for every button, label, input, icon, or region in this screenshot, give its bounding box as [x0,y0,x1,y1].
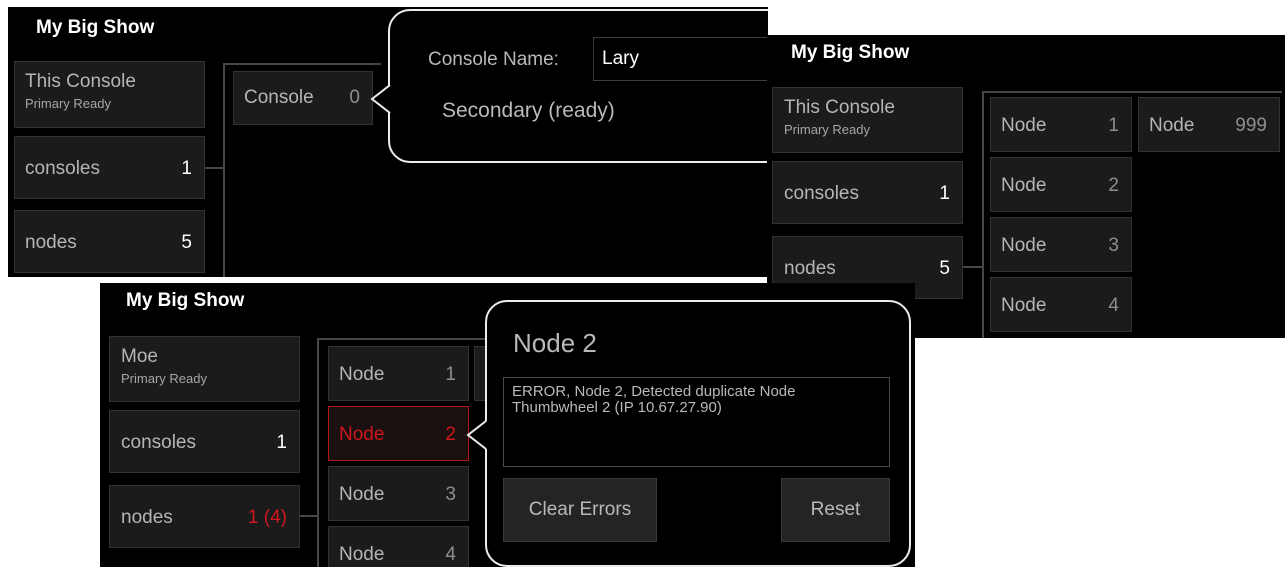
show-title: My Big Show [36,17,155,38]
connector-line [300,515,318,517]
node-tile-4[interactable]: Node 4 [328,526,469,567]
node-tile-1[interactable]: Node 1 [328,346,469,401]
node-number: 4 [445,544,456,565]
nodes-error-count: 1 (4) [247,507,287,528]
panel-console-view: My Big Show This Console Primary Ready c… [8,7,768,277]
console-name-label: Console Name: [428,49,559,70]
node-label: Node [1001,295,1047,316]
connector-line [982,91,1282,93]
this-console-tile[interactable]: Moe Primary Ready [109,336,300,402]
this-console-label: Moe [121,346,158,367]
reset-button[interactable]: Reset [781,478,890,542]
nodes-tile[interactable]: nodes 1 (4) [109,485,300,548]
consoles-label: consoles [784,183,859,204]
node-label: Node [1001,235,1047,256]
node-number: 2 [445,424,456,445]
node-number: 1 [445,364,456,385]
node-tile-2[interactable]: Node 2 [990,157,1132,212]
console-tile-number: 0 [349,87,360,108]
popup-pointer [466,420,488,450]
this-console-label: This Console [25,71,136,92]
console-popup [388,9,768,163]
popup-heading: Node 2 [513,328,597,358]
node-label: Node [339,544,385,565]
consoles-tile[interactable]: consoles 1 [109,410,300,473]
panel-node-error-view: My Big Show Moe Primary Ready consoles 1… [100,283,915,567]
console-name-input[interactable]: Lary [593,37,768,81]
consoles-label: consoles [121,432,196,453]
node-tile-2-error[interactable]: Node 2 [328,406,469,461]
consoles-tile[interactable]: consoles 1 [772,161,963,224]
node-tile-1[interactable]: Node 1 [990,97,1132,152]
node-number: 3 [1108,235,1119,256]
connector-line [982,91,984,338]
node-label: Node [1001,175,1047,196]
node-number: 3 [445,484,456,505]
this-console-status: Primary Ready [25,96,111,111]
this-console-label: This Console [784,97,895,118]
error-message-box[interactable]: ERROR, Node 2, Detected duplicate Node T… [503,377,890,467]
consoles-count: 1 [181,158,192,179]
connector-line [963,266,982,268]
node-label: Node [1149,115,1195,136]
connector-line [317,338,319,567]
this-console-tile[interactable]: This Console Primary Ready [772,87,963,153]
node-label: Node [339,424,385,445]
node-tile-4[interactable]: Node 4 [990,277,1132,332]
popup-pointer [370,84,392,114]
connector-line [317,338,487,340]
node-tile-3[interactable]: Node 3 [990,217,1132,272]
consoles-tile[interactable]: consoles 1 [14,136,205,199]
this-console-status: Primary Ready [784,122,870,137]
console-status-text: Secondary (ready) [442,99,615,122]
consoles-count: 1 [939,183,950,204]
nodes-label: nodes [121,507,173,528]
connector-line [223,63,381,65]
node-number: 1 [1108,115,1119,136]
node-number: 999 [1235,115,1267,136]
node-label: Node [339,484,385,505]
nodes-tile[interactable]: nodes 5 [14,210,205,273]
console-tile-label: Console [244,87,314,108]
this-console-tile[interactable]: This Console Primary Ready [14,61,205,128]
nodes-label: nodes [25,232,77,253]
node-label: Node [1001,115,1047,136]
nodes-count: 5 [181,232,192,253]
clear-errors-button[interactable]: Clear Errors [503,478,657,542]
node-number: 4 [1108,295,1119,316]
node-tile-999[interactable]: Node 999 [1138,97,1280,152]
node-label: Node [339,364,385,385]
node-number: 2 [1108,175,1119,196]
nodes-count: 5 [939,258,950,279]
consoles-label: consoles [25,158,100,179]
connector-line [205,167,224,169]
node-tile-3[interactable]: Node 3 [328,466,469,521]
show-title: My Big Show [791,42,910,63]
this-console-status: Primary Ready [121,371,207,386]
show-title: My Big Show [126,290,245,311]
nodes-label: nodes [784,258,836,279]
console-tile[interactable]: Console 0 [233,71,373,125]
consoles-count: 1 [276,432,287,453]
connector-line [223,63,225,277]
